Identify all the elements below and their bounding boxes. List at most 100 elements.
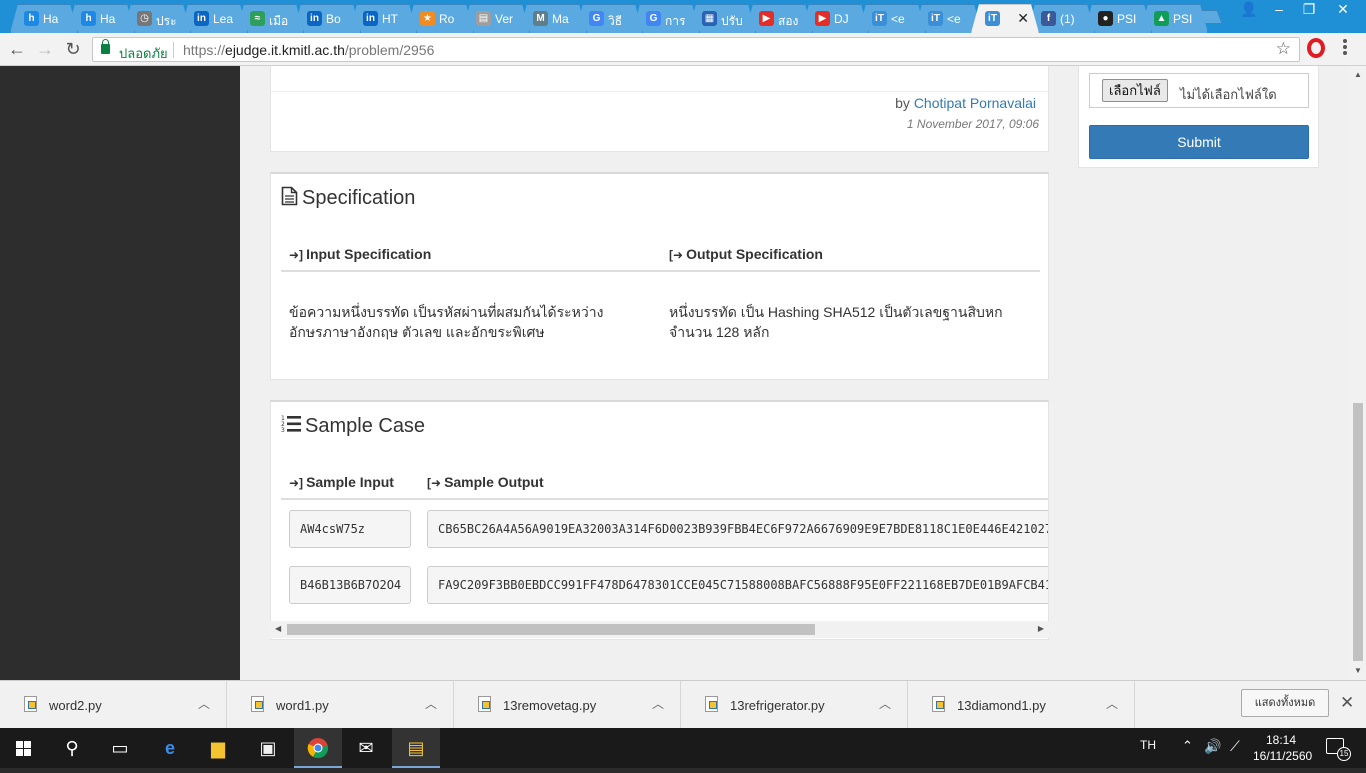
close-window-button[interactable]: ✕ (1328, 0, 1358, 20)
tab-title: DJ (834, 12, 849, 26)
tab-favicon-icon: iT (872, 11, 887, 26)
scroll-down-icon[interactable]: ▼ (1354, 666, 1362, 675)
action-center-icon[interactable]: 15 (1326, 738, 1351, 761)
tab-title: <e (891, 12, 905, 26)
chrome-icon[interactable] (294, 728, 342, 768)
vertical-scroll-thumb[interactable] (1353, 403, 1363, 661)
tab-title: ปรับ (721, 14, 743, 28)
start-button[interactable] (0, 728, 48, 768)
sample-case-title: 1 2 3 Sample Case (281, 415, 426, 437)
output-spec-text: หนึ่งบรรทัด เป็น Hashing SHA512 เป็นตัวเ… (669, 304, 1003, 340)
close-tab-icon[interactable]: ✕ (1017, 10, 1029, 27)
tab-favicon-icon: G (646, 11, 661, 26)
tab-title: Ro (439, 12, 455, 26)
python-icon[interactable]: ▤ (392, 728, 440, 768)
chevron-up-icon[interactable]: ︿ (1106, 695, 1118, 712)
network-icon[interactable]: ⟋ (1230, 738, 1240, 755)
choose-file-button[interactable]: เลือกไฟล์ (1102, 79, 1168, 102)
windows-taskbar: ⚲ ▭ e ▆ ▣ ✉ ▤ TH ⌃ 🔊 ⟋ 18:14 16/11/2560 … (0, 728, 1366, 768)
tab-title: Ma (552, 12, 569, 26)
tab-favicon-icon: ▶ (759, 11, 774, 26)
document-icon (281, 186, 298, 206)
scroll-up-icon[interactable]: ▲ (1354, 70, 1362, 79)
submit-button[interactable]: Submit (1089, 125, 1309, 159)
sample-case-panel: 1 2 3 Sample Case ➜] Sample Input [➜ Sampl… (270, 400, 1049, 640)
back-icon[interactable]: ← (6, 38, 28, 60)
search-icon[interactable]: ⚲ (48, 728, 96, 768)
sample-output-1[interactable]: CB65BC26A4A56A9019EA32003A314F6D0023B939… (427, 510, 1048, 548)
sample-input-heading: ➜] Sample Input (289, 474, 394, 490)
download-item[interactable]: word2.py ︿ (0, 681, 227, 729)
browser-tab[interactable]: iT ✕ (971, 4, 1039, 33)
user-icon[interactable]: 👤 (1234, 0, 1264, 20)
file-input[interactable]: เลือกไฟล์ ไม่ได้เลือกไฟล์ใด (1089, 73, 1309, 108)
python-file-icon (932, 696, 945, 712)
sample-output-2[interactable]: FA9C209F3BB0EBDCC991FF478D6478301CCE045C… (427, 566, 1048, 604)
tab-favicon-icon: in (194, 11, 209, 26)
tab-favicon-icon: in (307, 11, 322, 26)
sample-output-heading: [➜ Sample Output (427, 474, 544, 490)
forward-icon[interactable]: → (34, 38, 56, 60)
file-explorer-icon[interactable]: ▆ (194, 728, 242, 768)
input-language[interactable]: TH (1140, 738, 1156, 752)
windows-logo-icon (16, 741, 32, 757)
browser-tab[interactable]: h Ha (10, 4, 78, 33)
volume-icon[interactable]: 🔊 (1204, 738, 1221, 755)
chevron-up-icon[interactable]: ︿ (198, 695, 210, 712)
svg-text:3: 3 (281, 427, 285, 434)
spec-header-rule (281, 270, 1040, 272)
post-date: 1 November 2017, 09:06 (906, 117, 1039, 131)
horizontal-scrollbar[interactable]: ◀ ▶ (270, 621, 1049, 638)
secure-label: ปลอดภัย (119, 46, 168, 61)
sign-in-icon: ➜] (289, 248, 304, 262)
sample-header-rule (281, 498, 1048, 500)
tab-favicon-icon: ≈ (250, 11, 265, 26)
menu-icon[interactable] (1343, 38, 1347, 58)
problem-footer-panel: by Chotipat Pornavalai 1 November 2017, … (270, 66, 1049, 152)
sample-input-1[interactable]: AW4csW75z (289, 510, 411, 548)
sample-input-2[interactable]: B46B13B6B7O2O4 (289, 566, 411, 604)
store-icon[interactable]: ▣ (244, 728, 292, 768)
scroll-right-icon[interactable]: ▶ (1038, 624, 1044, 633)
omnibox-separator (173, 42, 174, 58)
restore-button[interactable]: ❐ (1294, 0, 1324, 20)
task-view-icon[interactable]: ▭ (96, 728, 144, 768)
chevron-up-icon[interactable]: ︿ (425, 695, 437, 712)
download-item[interactable]: 13refrigerator.py ︿ (681, 681, 908, 729)
show-all-button[interactable]: แสดงทั้งหมด (1241, 689, 1329, 717)
edge-icon[interactable]: e (146, 728, 194, 768)
address-bar[interactable]: ปลอดภัย https://ejudge.it.kmitl.ac.th/pr… (92, 37, 1300, 62)
tab-favicon-icon: h (81, 11, 96, 26)
close-shelf-icon[interactable]: ✕ (1340, 693, 1354, 713)
url-text: https://ejudge.it.kmitl.ac.th/problem/29… (183, 42, 435, 58)
system-clock[interactable]: 18:14 16/11/2560 (1253, 732, 1312, 764)
chevron-up-icon[interactable]: ︿ (652, 695, 664, 712)
download-item[interactable]: word1.py ︿ (227, 681, 454, 729)
tab-favicon-icon: ◷ (137, 11, 152, 26)
download-item[interactable]: 13diamond1.py ︿ (908, 681, 1135, 729)
tab-title: ประ (156, 14, 177, 28)
download-filename: 13refrigerator.py (730, 698, 825, 713)
author-line: by Chotipat Pornavalai (895, 95, 1036, 111)
tab-favicon-icon: iT (928, 11, 943, 26)
tab-title: Lea (213, 12, 234, 26)
author-link[interactable]: Chotipat Pornavalai (914, 95, 1036, 111)
download-item[interactable]: 13removetag.py ︿ (454, 681, 681, 729)
vertical-scrollbar[interactable]: ▲ ▼ (1350, 66, 1366, 680)
reload-icon[interactable]: ↻ (62, 38, 84, 60)
tab-favicon-icon: h (24, 11, 39, 26)
minimize-button[interactable]: – (1264, 0, 1294, 20)
mail-icon[interactable]: ✉ (342, 728, 390, 768)
bookmark-star-icon[interactable]: ☆ (1276, 39, 1291, 59)
show-hidden-icons[interactable]: ⌃ (1182, 738, 1193, 754)
horizontal-scroll-thumb[interactable] (287, 624, 815, 635)
python-file-icon (705, 696, 718, 712)
download-filename: word1.py (276, 698, 329, 713)
tab-title: <e (947, 12, 961, 26)
opera-icon[interactable] (1307, 38, 1325, 58)
sign-out-icon: [➜ (427, 476, 442, 490)
scroll-left-icon[interactable]: ◀ (275, 624, 281, 633)
tab-title: Ha (43, 12, 59, 26)
input-spec-heading: ➜] Input Specification (289, 246, 432, 262)
chevron-up-icon[interactable]: ︿ (879, 695, 891, 712)
